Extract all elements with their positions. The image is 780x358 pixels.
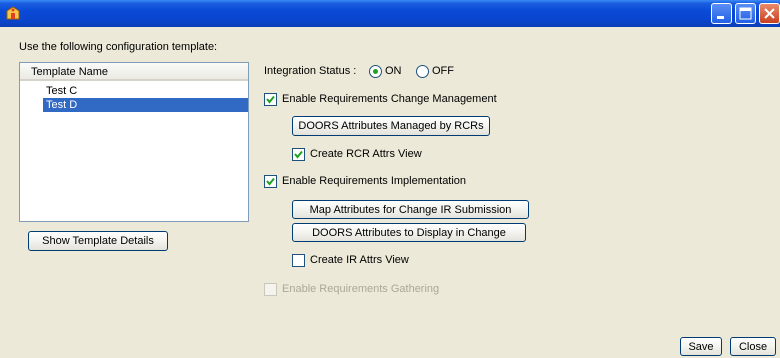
close-icon <box>764 8 775 19</box>
create-rcr-attrs-view-checkbox[interactable] <box>292 148 305 161</box>
column-header-template-name[interactable]: Template Name <box>20 63 248 81</box>
doors-attributes-display-button[interactable]: DOORS Attributes to Display in Change <box>292 223 526 242</box>
checkmark-icon <box>294 150 303 159</box>
maximize-button[interactable] <box>735 3 756 24</box>
footer-bar <box>4 336 780 358</box>
show-template-details-button[interactable]: Show Template Details <box>28 231 168 251</box>
enable-implementation-label[interactable]: Enable Requirements Implementation <box>282 175 466 187</box>
checkmark-icon <box>266 95 275 104</box>
doors-attributes-managed-button[interactable]: DOORS Attributes Managed by RCRs <box>292 116 490 136</box>
title-bar[interactable] <box>0 0 780 27</box>
enable-implementation-checkbox[interactable] <box>264 175 277 188</box>
app-icon <box>5 5 21 21</box>
enable-gathering-checkbox <box>264 283 277 296</box>
enable-change-management-checkbox[interactable] <box>264 93 277 106</box>
integration-status-label: Integration Status : <box>264 65 357 77</box>
list-item-test-d[interactable]: Test D <box>43 98 248 112</box>
checkmark-icon <box>266 177 275 186</box>
close-button[interactable] <box>759 3 780 24</box>
integration-on-label[interactable]: ON <box>385 65 402 77</box>
template-list[interactable]: Template Name Test C Test D <box>19 62 249 222</box>
integration-off-radio[interactable] <box>416 65 429 78</box>
radio-selected-dot <box>373 69 378 74</box>
maximize-icon <box>739 7 752 20</box>
map-attributes-button[interactable]: Map Attributes for Change IR Submission <box>292 200 529 219</box>
save-button[interactable]: Save <box>680 337 722 356</box>
enable-gathering-label: Enable Requirements Gathering <box>282 283 440 295</box>
integration-off-label[interactable]: OFF <box>432 65 454 77</box>
enable-change-management-label[interactable]: Enable Requirements Change Management <box>282 93 497 105</box>
close-dialog-button[interactable]: Close <box>730 337 776 356</box>
create-rcr-attrs-view-label[interactable]: Create RCR Attrs View <box>310 148 422 160</box>
minimize-icon <box>717 16 724 19</box>
create-ir-attrs-view-label[interactable]: Create IR Attrs View <box>310 254 409 266</box>
create-ir-attrs-view-checkbox[interactable] <box>292 254 305 267</box>
integration-on-radio[interactable] <box>369 65 382 78</box>
list-item-test-c[interactable]: Test C <box>43 84 248 98</box>
template-instruction: Use the following configuration template… <box>19 41 218 53</box>
minimize-button[interactable] <box>711 3 732 24</box>
